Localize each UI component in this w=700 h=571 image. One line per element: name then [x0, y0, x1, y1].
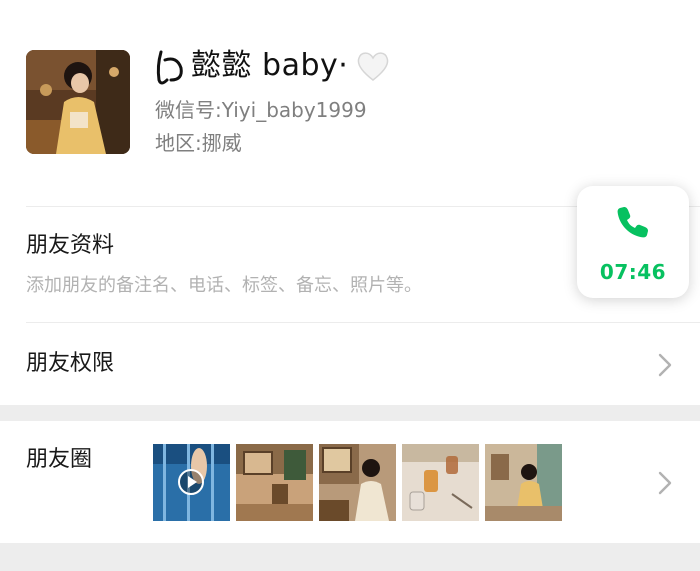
- floating-call-widget[interactable]: 07:46: [577, 186, 689, 298]
- moments-thumbnail[interactable]: [402, 444, 479, 521]
- name-doodle-icon: [156, 50, 183, 85]
- name-row: 懿懿 baby·: [155, 44, 390, 88]
- moments-thumbnail[interactable]: [236, 444, 313, 521]
- profile-header: 懿懿 baby· 微信号:Yiyi_baby1999 地区:挪威: [0, 0, 700, 205]
- friend-info-title: 朋友资料: [26, 233, 115, 258]
- region-label: 地区:: [155, 131, 202, 155]
- friend-permissions-row[interactable]: 朋友权限: [0, 323, 700, 405]
- moments-thumbnail[interactable]: [319, 444, 396, 521]
- wechat-id-label: 微信号:: [155, 98, 222, 122]
- profile-name: 懿懿 baby·: [191, 48, 349, 83]
- white-heart-icon: [358, 52, 389, 81]
- chevron-right-icon: [658, 471, 672, 495]
- moments-thumbnail[interactable]: [485, 444, 562, 521]
- chevron-right-icon: [658, 353, 672, 377]
- section-separator: [0, 405, 700, 421]
- region-value: 挪威: [201, 131, 242, 155]
- friend-permissions-title: 朋友权限: [26, 351, 115, 376]
- moments-thumbnail[interactable]: [153, 444, 230, 521]
- moments-title: 朋友圈: [26, 447, 93, 472]
- section-separator: [0, 543, 700, 571]
- wechat-id-line: 微信号:Yiyi_baby1999: [155, 96, 367, 124]
- call-duration: 07:46: [599, 260, 667, 284]
- wechat-id-value[interactable]: Yiyi_baby1999: [222, 98, 367, 122]
- phone-icon: [617, 207, 648, 238]
- avatar[interactable]: [26, 50, 130, 154]
- region-line: 地区:挪威: [155, 129, 242, 157]
- friend-info-subtitle: 添加朋友的备注名、电话、标签、备忘、照片等。: [26, 275, 422, 296]
- moments-thumbnails: [153, 444, 562, 521]
